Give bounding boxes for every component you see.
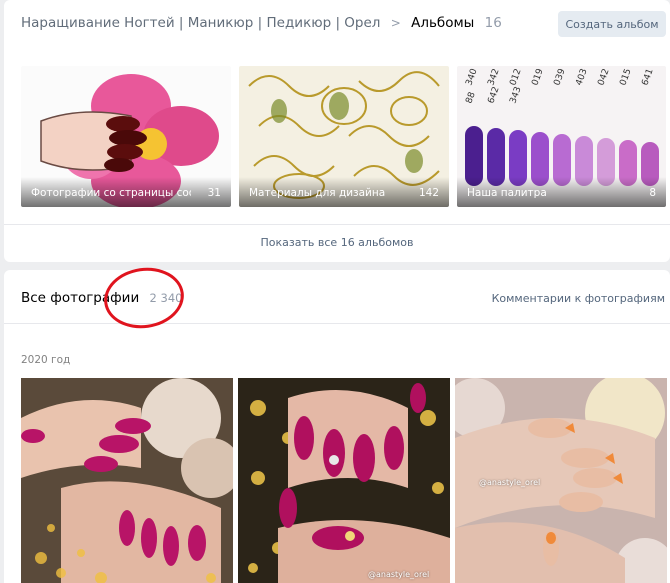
nail-photo-magenta-2 — [238, 378, 450, 583]
photo-thumbnail[interactable]: @anastyle_orel — [238, 378, 450, 583]
album-card-page-photos[interactable]: Фотографии со страницы сооб... 31 — [21, 66, 231, 207]
chevron-right-icon: > — [390, 16, 401, 30]
year-label: 2020 год — [21, 354, 71, 366]
albums-header: Наращивание Ногтей | Маникюр | Педикюр |… — [21, 15, 502, 31]
photo-comments-link[interactable]: Комментарии к фотографиям — [492, 292, 665, 305]
nail-photo-magenta-1 — [21, 378, 233, 583]
albums-card: Наращивание Ногтей | Маникюр | Педикюр |… — [4, 0, 670, 262]
album-photo-count: 142 — [418, 187, 439, 199]
create-album-button[interactable]: Создать альбом — [558, 11, 666, 37]
album-photo-count: 8 — [649, 187, 656, 199]
breadcrumb-group-link[interactable]: Наращивание Ногтей | Маникюр | Педикюр |… — [21, 15, 380, 31]
albums-count: 16 — [484, 15, 502, 31]
album-photo-count: 31 — [207, 187, 221, 199]
show-all-albums-link[interactable]: Показать все 16 альбомов — [4, 236, 670, 249]
watermark-text: @anastyle_orel — [368, 570, 430, 579]
section-title: Альбомы — [411, 15, 475, 31]
divider — [4, 224, 670, 225]
photo-thumbnail[interactable] — [21, 378, 233, 583]
album-title: Фотографии со страницы сооб... — [31, 187, 191, 199]
album-title: Материалы для дизайна — [249, 187, 386, 199]
album-card-design-materials[interactable]: Материалы для дизайна 142 — [239, 66, 449, 207]
divider — [4, 323, 670, 324]
watermark-text: @anastyle_orel — [479, 478, 541, 487]
photo-thumbnail[interactable]: @anastyle_orel — [455, 378, 667, 583]
photos-card: Все фотографии 2 340 Комментарии к фотог… — [4, 270, 670, 583]
album-title: Наша палитра — [467, 187, 547, 199]
album-card-palette[interactable]: 340 342 012 019 039 403 042 015 641 88 642 343 Наша… — [457, 66, 666, 207]
